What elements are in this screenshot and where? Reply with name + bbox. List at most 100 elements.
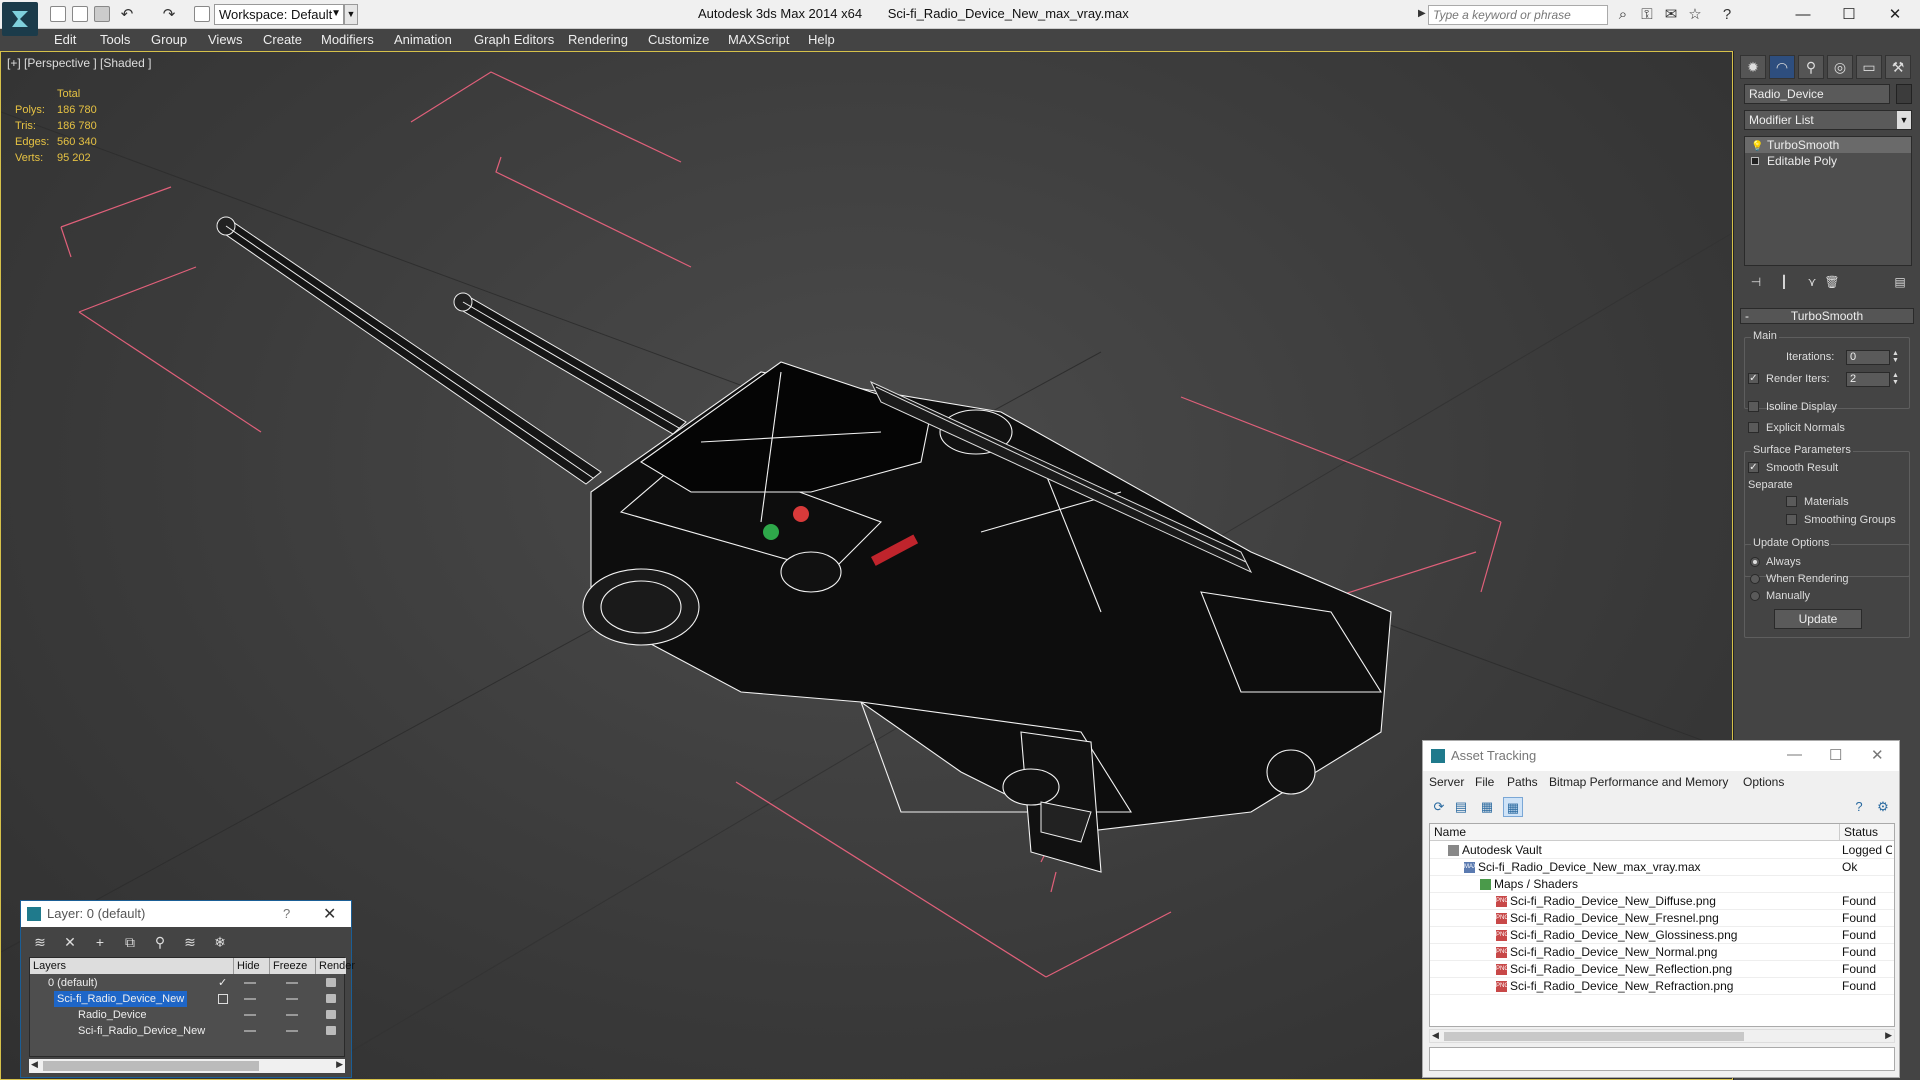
favorites-star-icon[interactable]: ☆ bbox=[1686, 6, 1704, 24]
app-logo-button[interactable] bbox=[2, 2, 38, 36]
manually-radio[interactable] bbox=[1750, 591, 1760, 601]
settings-icon[interactable]: ⚙ bbox=[1873, 797, 1893, 817]
show-end-result-icon[interactable]: ┃ bbox=[1774, 272, 1794, 292]
asset-dialog-titlebar[interactable]: Asset Tracking — ☐ ✕ bbox=[1423, 741, 1899, 771]
menu-graph-editors[interactable]: Graph Editors bbox=[474, 32, 554, 47]
make-unique-icon[interactable]: ⋎ bbox=[1802, 272, 1822, 292]
asset-row-map[interactable]: PNG Sci-fi_Radio_Device_New_Diffuse.png … bbox=[1430, 893, 1894, 910]
asset-row-map[interactable]: PNG Sci-fi_Radio_Device_New_Refraction.p… bbox=[1430, 978, 1894, 995]
project-folder-icon[interactable] bbox=[194, 6, 210, 22]
column-status[interactable]: Status bbox=[1840, 824, 1894, 841]
asset-row-map[interactable]: PNG Sci-fi_Radio_Device_New_Normal.png F… bbox=[1430, 944, 1894, 961]
menu-options[interactable]: Options bbox=[1743, 775, 1784, 789]
layer-row[interactable]: 0 (default) ✓ bbox=[30, 975, 344, 991]
close-icon[interactable]: ✕ bbox=[323, 904, 336, 924]
create-tab-icon[interactable]: ✹ bbox=[1740, 55, 1766, 79]
freeze-toggle[interactable] bbox=[286, 1014, 298, 1016]
hide-toggle[interactable] bbox=[244, 998, 256, 1000]
close-icon[interactable]: ✕ bbox=[1871, 746, 1884, 764]
asset-row-scene[interactable]: MAX Sci-fi_Radio_Device_New_max_vray.max… bbox=[1430, 859, 1894, 876]
pin-stack-icon[interactable]: ⊣ bbox=[1746, 272, 1766, 292]
menu-customize[interactable]: Customize bbox=[648, 32, 709, 47]
layer-object-row[interactable]: Radio_Device bbox=[30, 1007, 344, 1023]
scroll-right-icon[interactable]: ▶ bbox=[336, 1059, 343, 1070]
current-layer-box-icon[interactable] bbox=[218, 994, 228, 1004]
minimize-icon[interactable]: — bbox=[1780, 2, 1826, 28]
layer-object-row[interactable]: Sci-fi_Radio_Device_New bbox=[30, 1023, 344, 1039]
help-icon[interactable]: ? bbox=[1849, 797, 1869, 817]
close-icon[interactable]: ✕ bbox=[1872, 2, 1918, 28]
viewport-label-menu[interactable]: [+] [Perspective ] [Shaded ] bbox=[7, 56, 151, 70]
menu-edit[interactable]: Edit bbox=[54, 32, 76, 47]
freeze-toggle[interactable] bbox=[286, 1030, 298, 1032]
iterations-spinner[interactable]: 0 bbox=[1846, 350, 1890, 365]
stack-item-turbosmooth[interactable]: 💡 TurboSmooth bbox=[1745, 137, 1911, 153]
thumbnail-view-icon[interactable]: ▦ bbox=[1477, 797, 1497, 817]
display-tab-icon[interactable]: ▭ bbox=[1856, 55, 1882, 79]
asset-row-folder[interactable]: Maps / Shaders bbox=[1430, 876, 1894, 893]
column-freeze[interactable]: Freeze bbox=[270, 958, 316, 974]
layer-horizontal-scrollbar[interactable]: ◀ ▶ bbox=[29, 1059, 345, 1073]
menu-rendering[interactable]: Rendering bbox=[568, 32, 628, 47]
table-view-icon[interactable]: ▦ bbox=[1503, 797, 1523, 817]
search-input[interactable]: Type a keyword or phrase bbox=[1428, 5, 1608, 25]
new-file-icon[interactable] bbox=[50, 6, 66, 22]
configure-sets-icon[interactable]: ▤ bbox=[1890, 272, 1910, 292]
explicit-normals-checkbox[interactable] bbox=[1748, 422, 1759, 433]
asset-row-vault[interactable]: Autodesk Vault Logged O bbox=[1430, 842, 1894, 859]
scrollbar-thumb[interactable] bbox=[1444, 1032, 1744, 1041]
new-layer-icon[interactable]: ≋ bbox=[29, 931, 51, 953]
menu-animation[interactable]: Animation bbox=[394, 32, 452, 47]
binoculars-icon[interactable]: ⌕ bbox=[1614, 6, 1632, 24]
hide-toggle[interactable] bbox=[244, 1014, 256, 1016]
highlight-layer-icon[interactable]: ⚲ bbox=[149, 931, 171, 953]
render-teapot-icon[interactable] bbox=[326, 1010, 336, 1019]
save-file-icon[interactable] bbox=[94, 6, 110, 22]
help-icon[interactable]: ? bbox=[1718, 6, 1736, 24]
render-teapot-icon[interactable] bbox=[326, 1026, 336, 1035]
minimize-icon[interactable]: — bbox=[1787, 746, 1802, 763]
always-radio[interactable] bbox=[1750, 557, 1760, 567]
modifier-list-dropdown[interactable]: Modifier List ▼ bbox=[1744, 110, 1912, 130]
asset-horizontal-scrollbar[interactable]: ◀ ▶ bbox=[1429, 1029, 1895, 1043]
menu-views[interactable]: Views bbox=[208, 32, 242, 47]
render-teapot-icon[interactable] bbox=[326, 994, 336, 1003]
object-name-field[interactable]: Radio_Device bbox=[1744, 84, 1890, 104]
freeze-toggle[interactable] bbox=[286, 982, 298, 984]
menu-bitmap-performance[interactable]: Bitmap Performance and Memory bbox=[1549, 775, 1728, 789]
scroll-right-icon[interactable]: ▶ bbox=[1885, 1030, 1892, 1041]
maximize-icon[interactable]: ☐ bbox=[1829, 746, 1842, 764]
menu-file[interactable]: File bbox=[1475, 775, 1494, 789]
undo-icon[interactable]: ↶ bbox=[118, 6, 136, 24]
current-layer-check-icon[interactable]: ✓ bbox=[218, 975, 227, 991]
utilities-tab-icon[interactable]: ⚒ bbox=[1885, 55, 1911, 79]
stack-item-editable-poly[interactable]: Editable Poly bbox=[1745, 153, 1911, 169]
render-teapot-icon[interactable] bbox=[326, 978, 336, 987]
hide-all-layers-icon[interactable]: ≋ bbox=[179, 931, 201, 953]
freeze-all-layers-icon[interactable]: ❄ bbox=[209, 931, 231, 953]
layer-row-selected[interactable]: Sci-fi_Radio_Device_New bbox=[30, 991, 344, 1007]
column-render[interactable]: Render bbox=[316, 958, 355, 974]
smooth-result-checkbox[interactable]: ✓ bbox=[1748, 462, 1759, 473]
hide-toggle[interactable] bbox=[244, 982, 256, 984]
remove-modifier-icon[interactable]: 🗑 bbox=[1822, 272, 1842, 292]
hierarchy-tab-icon[interactable]: ⚲ bbox=[1798, 55, 1824, 79]
render-iters-checkbox[interactable]: ✓ bbox=[1748, 373, 1759, 384]
layer-dialog-titlebar[interactable]: Layer: 0 (default) ? ✕ bbox=[21, 901, 351, 927]
delete-layer-icon[interactable]: ✕ bbox=[59, 931, 81, 953]
update-button[interactable]: Update bbox=[1774, 609, 1862, 629]
menu-tools[interactable]: Tools bbox=[100, 32, 130, 47]
isoline-display-checkbox[interactable] bbox=[1748, 401, 1759, 412]
asset-row-map[interactable]: PNG Sci-fi_Radio_Device_New_Fresnel.png … bbox=[1430, 910, 1894, 927]
scrollbar-thumb[interactable] bbox=[43, 1061, 259, 1071]
help-icon[interactable]: ? bbox=[283, 906, 290, 921]
menu-server[interactable]: Server bbox=[1429, 775, 1464, 789]
menu-create[interactable]: Create bbox=[263, 32, 302, 47]
hide-toggle[interactable] bbox=[244, 1030, 256, 1032]
object-color-swatch[interactable] bbox=[1896, 84, 1912, 104]
menu-modifiers[interactable]: Modifiers bbox=[321, 32, 374, 47]
workspace-dropdown[interactable]: Workspace: Default ▼ bbox=[214, 4, 344, 25]
menu-group[interactable]: Group bbox=[151, 32, 187, 47]
workspace-menu-button[interactable]: ▼ bbox=[344, 4, 358, 25]
scroll-left-icon[interactable]: ◀ bbox=[31, 1059, 38, 1070]
